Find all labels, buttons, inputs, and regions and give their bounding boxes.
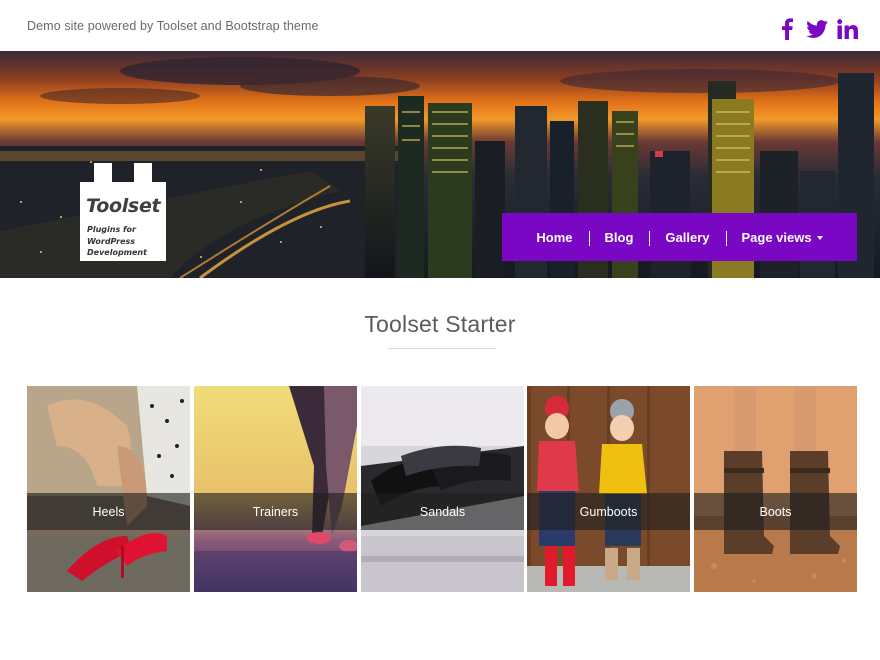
category-label: Boots	[759, 504, 792, 519]
category-tile-heels[interactable]: Heels	[27, 386, 190, 592]
logo-brand: Toolset	[86, 195, 161, 217]
nav-page-views[interactable]: Page views	[725, 229, 839, 246]
category-label: Trainers	[252, 504, 299, 519]
trainers-image	[194, 386, 357, 592]
page-title: Toolset Starter	[364, 311, 516, 337]
category-tile-boots[interactable]: Boots	[694, 386, 857, 592]
nav-page-views-label: Page views	[741, 229, 812, 245]
gumboots-image	[527, 386, 690, 592]
title-divider	[388, 348, 496, 349]
logo-tagline: Plugins for WordPress Development	[87, 225, 147, 257]
nav-home[interactable]: Home	[520, 230, 588, 245]
category-label: Gumboots	[579, 504, 638, 519]
main-nav: Home Blog Gallery Page views	[502, 213, 857, 261]
social-links	[776, 17, 858, 41]
category-label: Sandals	[419, 504, 466, 519]
category-label: Heels	[92, 504, 125, 519]
linkedin-icon[interactable]	[836, 17, 858, 41]
category-label-bar: Heels	[27, 493, 190, 530]
category-label-bar: Trainers	[194, 493, 357, 530]
category-label-bar: Sandals	[361, 493, 524, 530]
nav-blog[interactable]: Blog	[588, 230, 650, 246]
boots-image	[694, 386, 857, 592]
chevron-down-icon	[816, 236, 823, 241]
category-tile-gumboots[interactable]: Gumboots	[527, 386, 690, 592]
sandals-image	[361, 386, 524, 592]
site-tagline: Demo site powered by Toolset and Bootstr…	[27, 19, 319, 33]
hero-banner: Toolset Plugins for WordPress Developmen…	[0, 51, 880, 278]
heels-image	[27, 386, 190, 592]
category-label-bar: Boots	[694, 493, 857, 530]
toolset-logo[interactable]: Toolset Plugins for WordPress Developmen…	[80, 163, 166, 261]
category-label-bar: Gumboots	[527, 493, 690, 530]
category-tile-sandals[interactable]: Sandals	[361, 386, 524, 592]
twitter-icon[interactable]	[806, 17, 828, 41]
facebook-icon[interactable]	[776, 17, 798, 41]
top-bar: Demo site powered by Toolset and Bootstr…	[0, 0, 880, 51]
category-grid: Heels Trainers Sandals Gumboots Boots	[27, 386, 857, 592]
category-tile-trainers[interactable]: Trainers	[194, 386, 357, 592]
nav-gallery[interactable]: Gallery	[649, 230, 725, 246]
